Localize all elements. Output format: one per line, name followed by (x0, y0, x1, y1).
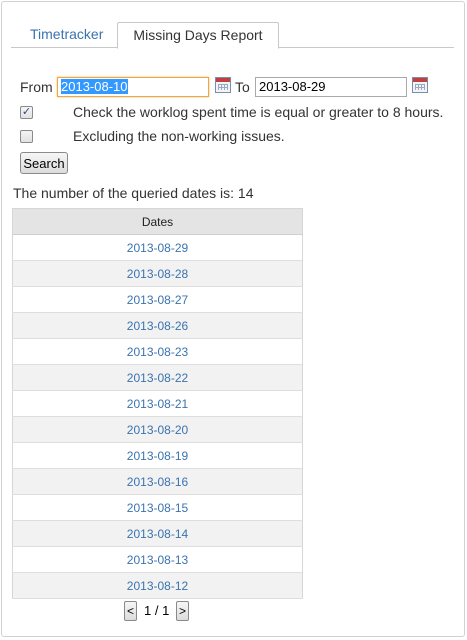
date-link[interactable]: 2013-08-13 (12, 546, 303, 573)
date-link[interactable]: 2013-08-29 (12, 234, 303, 261)
date-link[interactable]: 2013-08-28 (12, 260, 303, 287)
date-link[interactable]: 2013-08-16 (12, 468, 303, 495)
date-link[interactable]: 2013-08-22 (12, 364, 303, 391)
date-link[interactable]: 2013-08-15 (12, 494, 303, 521)
dates-column-header: Dates (12, 208, 303, 235)
date-link[interactable]: 2013-08-12 (12, 572, 303, 599)
date-link[interactable]: 2013-08-19 (12, 442, 303, 469)
to-label: To (235, 79, 250, 95)
to-date-value: 2013-08-29 (259, 79, 326, 94)
tab-missing-days-report[interactable]: Missing Days Report (117, 22, 279, 49)
exclude-nonworking-checkbox[interactable] (20, 130, 33, 143)
search-button[interactable]: Search (20, 152, 68, 174)
calendar-icon[interactable] (412, 77, 428, 93)
date-link[interactable]: 2013-08-21 (12, 390, 303, 417)
calendar-icon[interactable] (215, 77, 231, 93)
to-date-input[interactable]: 2013-08-29 (255, 77, 407, 97)
dates-table: Dates 2013-08-29 2013-08-28 2013-08-27 2… (12, 208, 303, 599)
from-date-value: 2013-08-10 (61, 79, 128, 94)
prev-page-button[interactable]: < (124, 601, 137, 621)
from-label: From (20, 79, 53, 95)
result-count: The number of the queried dates is: 14 (13, 185, 254, 201)
date-link[interactable]: 2013-08-20 (12, 416, 303, 443)
date-link[interactable]: 2013-08-14 (12, 520, 303, 547)
check-worklog-label: Check the worklog spent time is equal or… (73, 104, 444, 120)
date-link[interactable]: 2013-08-27 (12, 286, 303, 313)
page-indicator: 1 / 1 (144, 603, 170, 618)
check-worklog-checkbox[interactable]: ✓ (20, 106, 33, 119)
tab-bar: Timetracker Missing Days Report (11, 22, 454, 49)
from-date-input[interactable]: 2013-08-10 (57, 77, 209, 97)
date-link[interactable]: 2013-08-26 (12, 312, 303, 339)
date-link[interactable]: 2013-08-23 (12, 338, 303, 365)
exclude-nonworking-label: Excluding the non-working issues. (73, 128, 285, 144)
tab-timetracker[interactable]: Timetracker (20, 22, 113, 48)
next-page-button[interactable]: > (176, 601, 189, 621)
